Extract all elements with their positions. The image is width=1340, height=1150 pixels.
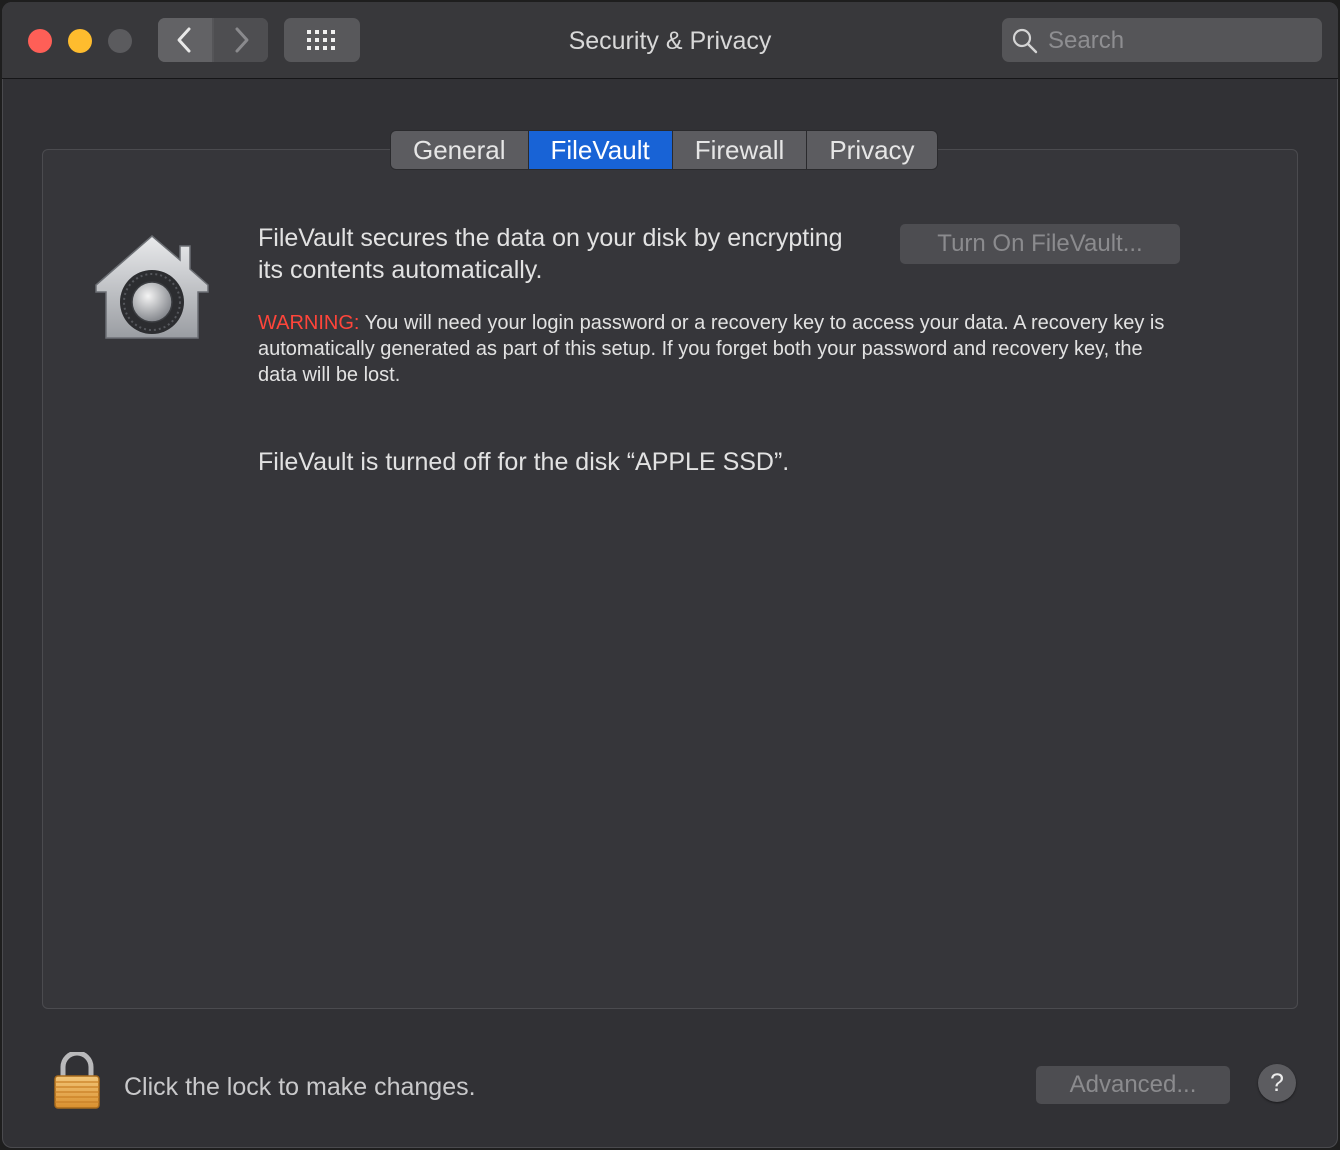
minimize-window-button[interactable] — [68, 29, 92, 53]
zoom-window-button[interactable] — [108, 29, 132, 53]
search-field[interactable] — [1002, 18, 1322, 62]
search-input[interactable] — [1046, 22, 1310, 60]
warning-text: You will need your login password or a r… — [258, 312, 1165, 386]
show-all-grid-icon — [307, 30, 335, 50]
filevault-house-safe-icon — [95, 235, 209, 339]
lock-icon[interactable] — [52, 1052, 102, 1110]
chevron-right-icon — [235, 27, 249, 53]
filevault-status: FileVault is turned off for the disk “AP… — [258, 448, 790, 476]
warning-label: WARNING: — [258, 312, 360, 334]
search-icon — [1012, 28, 1038, 54]
back-button[interactable] — [158, 18, 212, 62]
tab-general[interactable]: General — [391, 131, 529, 169]
advanced-button[interactable]: Advanced... — [1036, 1066, 1230, 1104]
forward-button[interactable] — [214, 18, 268, 62]
navigation-buttons — [158, 18, 268, 62]
title-bar: Security & Privacy — [2, 2, 1338, 79]
close-window-button[interactable] — [28, 29, 52, 53]
lock-message: Click the lock to make changes. — [124, 1073, 476, 1101]
security-privacy-window: Security & Privacy General FileVault Fir… — [2, 2, 1338, 1148]
filevault-description: FileVault secures the data on your disk … — [258, 224, 843, 284]
tab-firewall[interactable]: Firewall — [672, 131, 808, 169]
window-title: Security & Privacy — [568, 27, 772, 55]
tab-filevault[interactable]: FileVault — [528, 131, 673, 169]
help-button[interactable]: ? — [1258, 1064, 1296, 1102]
turn-on-filevault-button[interactable]: Turn On FileVault... — [900, 224, 1180, 264]
show-all-button[interactable] — [284, 18, 360, 62]
warning-message: WARNING: You will need your login passwo… — [258, 310, 1178, 388]
chevron-left-icon — [177, 27, 191, 53]
tab-privacy[interactable]: Privacy — [807, 131, 937, 169]
tab-bar: General FileVault Firewall Privacy — [390, 130, 938, 170]
